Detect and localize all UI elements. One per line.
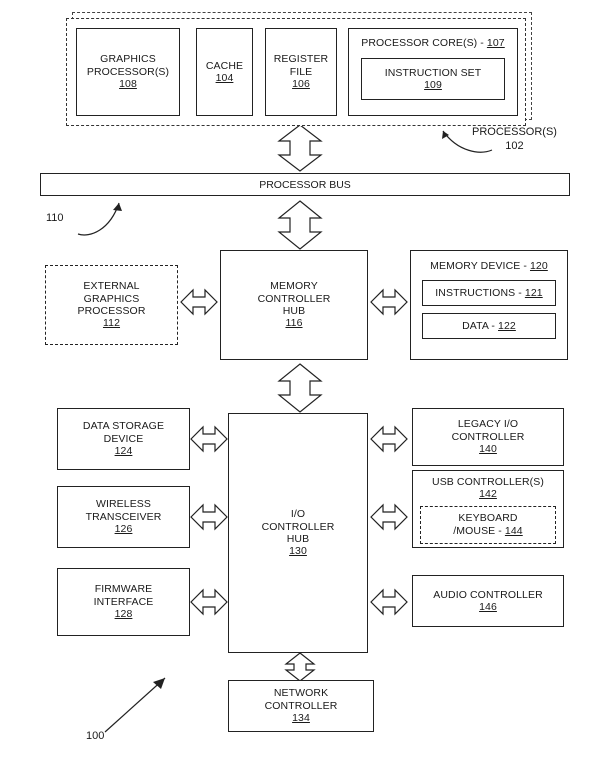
mch-number: 116: [285, 317, 303, 330]
external-graphics-line3: PROCESSOR: [77, 305, 146, 317]
processor-ref-number: 102: [505, 139, 524, 152]
memory-controller-hub-block[interactable]: MEMORY CONTROLLER HUB 116: [220, 250, 368, 360]
keyboard-mouse-number: 144: [504, 524, 523, 537]
external-graphics-line2: GRAPHICS: [83, 292, 140, 305]
graphics-processor-line1: GRAPHICS: [100, 53, 156, 66]
data-block[interactable]: DATA - 122: [422, 313, 556, 340]
network-controller-line2: CONTROLLER: [264, 699, 338, 712]
figure-leader-arrow: [103, 672, 173, 734]
firmware-interface-block[interactable]: FIRMWARE INTERFACE 128: [57, 568, 190, 636]
memory-device-title-text: MEMORY DEVICE -: [430, 260, 530, 272]
register-file-number: 106: [292, 78, 310, 91]
network-controller-line1: NETWORK: [273, 687, 329, 700]
wireless-line1: WIRELESS: [95, 498, 152, 511]
processor-bus-label: PROCESSOR BUS: [259, 178, 351, 191]
bus-leader-arrow: [74, 198, 130, 238]
data-storage-line1: DATA STORAGE: [82, 420, 165, 433]
register-file-line2: FILE: [289, 65, 313, 78]
external-graphics-number: 112: [102, 317, 121, 330]
wireless-number: 126: [114, 523, 133, 536]
external-graphics-line1: EXTERNAL: [83, 280, 140, 293]
mch-line1: MEMORY: [270, 280, 318, 293]
usb-controller-label: USB CONTROLLER(S): [432, 476, 544, 488]
data-storage-line2: DEVICE: [103, 432, 144, 445]
processor-ref-label: PROCESSOR(S) 102: [472, 126, 557, 154]
keyboard-mouse-line2: /MOUSE - 144: [453, 525, 522, 537]
processor-core-number: 107: [486, 37, 505, 49]
processor-ref-text: PROCESSOR(S): [472, 126, 557, 138]
legacy-io-controller-block[interactable]: LEGACY I/O CONTROLLER 140: [412, 408, 564, 466]
audio-controller-block[interactable]: AUDIO CONTROLLER 146: [412, 575, 564, 627]
usb-controller-number: 142: [479, 488, 497, 501]
arrow-bus-to-memory-controller: [277, 200, 323, 250]
arrow-io-hub-to-legacy-io: [370, 425, 408, 453]
arrow-firmware-to-io-hub: [190, 588, 228, 616]
processor-bus[interactable]: PROCESSOR BUS: [40, 173, 570, 196]
ich-line3: HUB: [286, 533, 310, 545]
network-controller-block[interactable]: NETWORK CONTROLLER 134: [228, 680, 374, 732]
arrow-egp-to-memory-controller: [180, 288, 218, 316]
network-controller-number: 134: [292, 712, 310, 725]
processor-core-title: PROCESSOR CORE(S) - 107: [361, 37, 505, 49]
data-storage-device-block[interactable]: DATA STORAGE DEVICE 124: [57, 408, 190, 470]
bus-ref-number: 110: [46, 212, 64, 224]
arrow-wireless-to-io-hub: [190, 503, 228, 531]
instructions-number: 121: [524, 287, 543, 300]
ich-line1: I/O: [290, 508, 306, 521]
legacy-io-line1: LEGACY I/O: [457, 418, 519, 431]
usb-controller-block[interactable]: USB CONTROLLER(S) 142 KEYBOARD /MOUSE - …: [412, 470, 564, 548]
memory-device-block[interactable]: MEMORY DEVICE - 120 INSTRUCTIONS - 121 D…: [410, 250, 568, 360]
audio-controller-label: AUDIO CONTROLLER: [433, 588, 543, 601]
keyboard-mouse-line1: KEYBOARD: [458, 512, 518, 525]
instructions-label: INSTRUCTIONS - 121: [435, 287, 542, 299]
figure-ref-number: 100: [86, 730, 105, 742]
arrow-io-hub-to-usb: [370, 503, 408, 531]
firmware-number: 128: [114, 608, 133, 621]
arrow-data-storage-to-io-hub: [190, 425, 228, 453]
cache-label: CACHE: [205, 59, 244, 72]
ich-number: 130: [289, 545, 307, 558]
data-label-text: DATA -: [462, 320, 499, 333]
register-file-block[interactable]: REGISTER FILE 106: [265, 28, 337, 116]
wireless-line2: TRANSCEIVER: [85, 510, 162, 523]
arrow-memory-controller-to-memory: [370, 288, 408, 316]
wireless-transceiver-block[interactable]: WIRELESS TRANSCEIVER 126: [57, 486, 190, 548]
instructions-block[interactable]: INSTRUCTIONS - 121: [422, 280, 556, 307]
firmware-line1: FIRMWARE: [94, 583, 153, 596]
patent-figure-canvas: GRAPHICS PROCESSOR(S) 108 CACHE 104 REGI…: [0, 0, 610, 772]
register-file-line1: REGISTER: [273, 53, 329, 66]
memory-device-number: 120: [529, 260, 548, 272]
processor-core-block[interactable]: PROCESSOR CORE(S) - 107 INSTRUCTION SET …: [348, 28, 518, 116]
mch-line3: HUB: [282, 305, 306, 317]
instruction-set-label: INSTRUCTION SET: [384, 67, 482, 79]
processor-core-title-text: PROCESSOR CORE(S) -: [361, 37, 487, 49]
arrow-processor-to-bus: [277, 124, 323, 172]
external-graphics-processor-block[interactable]: EXTERNAL GRAPHICS PROCESSOR 112: [45, 265, 178, 345]
graphics-processor-line2: PROCESSOR(S): [86, 65, 170, 78]
firmware-line2: INTERFACE: [93, 595, 154, 608]
ich-line2: CONTROLLER: [261, 520, 335, 533]
arrow-io-hub-to-audio: [370, 588, 408, 616]
cache-number: 104: [215, 72, 234, 84]
data-number: 122: [498, 320, 516, 333]
data-label: DATA - 122: [462, 320, 516, 332]
arrow-io-hub-to-network: [284, 652, 316, 682]
memory-device-title: MEMORY DEVICE - 120: [430, 260, 548, 272]
audio-controller-number: 146: [479, 601, 497, 613]
legacy-io-line2: CONTROLLER: [451, 430, 525, 443]
cache-block[interactable]: CACHE 104: [196, 28, 253, 116]
graphics-processor-number: 108: [119, 78, 137, 91]
instructions-label-text: INSTRUCTIONS -: [435, 287, 525, 300]
io-controller-hub-block[interactable]: I/O CONTROLLER HUB 130: [228, 413, 368, 653]
instruction-set-number: 109: [424, 79, 442, 92]
instruction-set-block[interactable]: INSTRUCTION SET 109: [361, 58, 505, 101]
legacy-io-number: 140: [479, 443, 497, 456]
arrow-memory-controller-to-io-hub: [277, 363, 323, 413]
graphics-processor-block[interactable]: GRAPHICS PROCESSOR(S) 108: [76, 28, 180, 116]
mch-line2: CONTROLLER: [257, 292, 331, 305]
data-storage-number: 124: [114, 445, 133, 458]
keyboard-mouse-line2-text: /MOUSE -: [453, 524, 505, 537]
keyboard-mouse-block[interactable]: KEYBOARD /MOUSE - 144: [420, 505, 556, 544]
